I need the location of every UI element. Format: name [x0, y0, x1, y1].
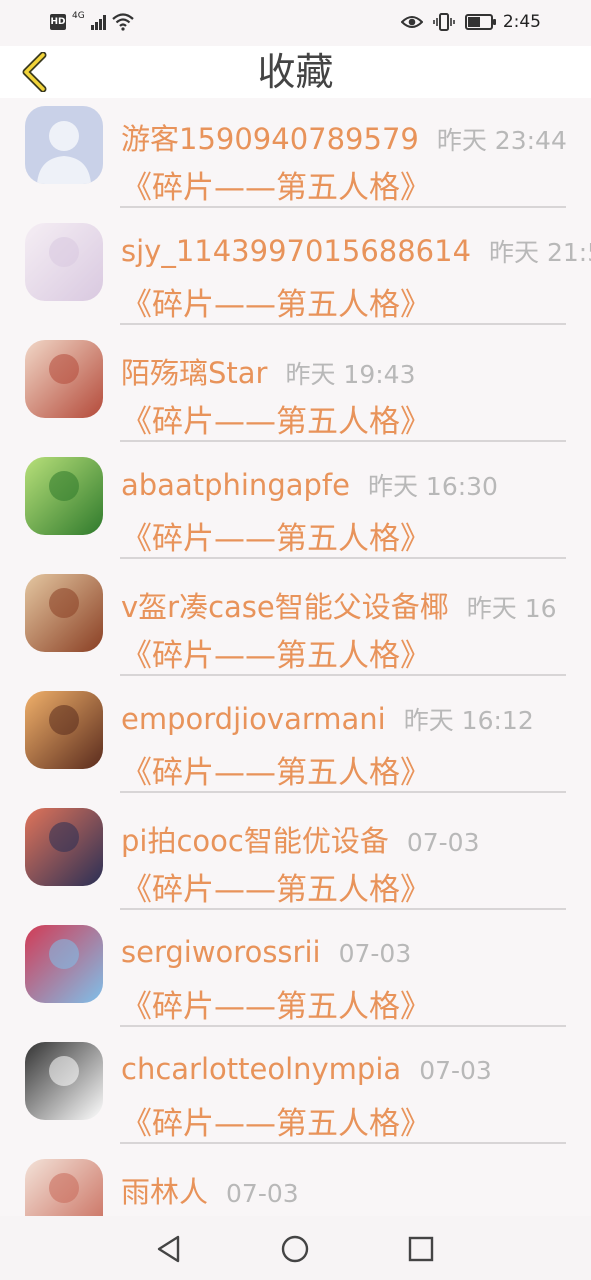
page-title: 收藏 [257, 50, 334, 94]
book-title[interactable]: 《碎片——第五人格》 [121, 981, 431, 1026]
signal-icon [90, 14, 106, 30]
timestamp: 昨天 19:43 [285, 360, 416, 389]
list-item[interactable]: empordjiovarmani 昨天 16:12 《碎片——第五人格》 [0, 683, 591, 800]
item-header: sergiworossrii 07-03 [121, 935, 411, 969]
cartoon-woman-avatar-icon [49, 939, 79, 969]
user-name[interactable]: v盔r凑case智能父设备椰 [121, 584, 449, 626]
favorites-list: 游客1590940789579 昨天 23:44 《碎片——第五人格》 sjy_114… [0, 98, 591, 1216]
divider [120, 908, 566, 910]
avatar[interactable] [25, 457, 103, 535]
user-name[interactable]: 雨林人 [121, 1169, 208, 1211]
item-header: 陌殇璃Star 昨天 19:43 [121, 350, 415, 392]
girl-hair-avatar-icon [49, 588, 79, 618]
status-left: HD 4G [50, 11, 134, 31]
status-bar: HD 4G 2:45 [0, 0, 591, 46]
user-name[interactable]: sjy_1143997015688614 [121, 234, 471, 268]
anime-girl-avatar-icon [49, 354, 79, 384]
warrior-avatar-icon [49, 705, 79, 735]
anime-lavender-avatar-icon [49, 237, 79, 267]
user-name[interactable]: 陌殇璃Star [121, 350, 267, 392]
user-name[interactable]: 游客1590940789579 [121, 116, 419, 158]
book-title[interactable]: 《碎片——第五人格》 [121, 396, 431, 441]
back-triangle-icon [157, 1235, 180, 1263]
network-type: 4G [72, 11, 85, 21]
hd-icon: HD [50, 14, 66, 30]
wifi-icon [111, 13, 134, 31]
clock: 2:45 [502, 12, 541, 32]
divider [120, 791, 566, 793]
system-nav-bar [0, 1216, 591, 1280]
home-circle-icon [281, 1235, 309, 1263]
avatar[interactable] [25, 691, 103, 769]
sunset-tree-avatar-icon [49, 822, 79, 852]
item-header: empordjiovarmani 昨天 16:12 [121, 701, 534, 737]
avatar[interactable] [25, 574, 103, 652]
item-header: v盔r凑case智能父设备椰 昨天 16 [121, 584, 557, 626]
avatar[interactable] [25, 106, 103, 184]
avatar[interactable] [25, 340, 103, 418]
recents-square-icon [408, 1236, 434, 1262]
book-title[interactable]: 《碎片——第五人格》 [121, 747, 431, 792]
list-item[interactable]: abaatphingapfe 昨天 16:30 《碎片——第五人格》 [0, 449, 591, 566]
status-right: 2:45 [400, 12, 541, 32]
divider [120, 1142, 566, 1144]
item-header: 游客1590940789579 昨天 23:44 [121, 116, 567, 158]
divider [120, 206, 566, 208]
user-name[interactable]: empordjiovarmani [121, 702, 386, 736]
timestamp: 07-03 [419, 1056, 492, 1085]
book-title[interactable]: 《碎片——第五人格》 [121, 513, 431, 558]
nav-back-button[interactable] [152, 1232, 186, 1266]
eye-icon [400, 16, 423, 28]
item-header: sjy_1143997015688614 昨天 21:5 [121, 233, 591, 269]
list-item[interactable]: 陌殇璃Star 昨天 19:43 《碎片——第五人格》 [0, 332, 591, 449]
list-item[interactable]: pi拍cooc智能优设备 07-03 《碎片——第五人格》 [0, 800, 591, 917]
item-header: pi拍cooc智能优设备 07-03 [121, 818, 480, 860]
timestamp: 07-03 [406, 828, 480, 857]
list-item[interactable]: 游客1590940789579 昨天 23:44 《碎片——第五人格》 [0, 98, 591, 215]
book-title[interactable]: 《碎片——第五人格》 [121, 630, 431, 675]
avatar[interactable] [25, 223, 103, 301]
title-bar: 收藏 [0, 46, 591, 98]
battery-icon [464, 14, 496, 30]
list-item[interactable]: sergiworossrii 07-03 《碎片——第五人格》 [0, 917, 591, 1034]
avatar[interactable] [25, 808, 103, 886]
vibrate-icon [433, 13, 455, 31]
green-bottle-avatar-icon [49, 471, 79, 501]
timestamp: 昨天 16:12 [403, 706, 534, 735]
timestamp: 昨天 16 [466, 594, 557, 623]
default-avatar-icon [37, 121, 91, 184]
user-name[interactable]: pi拍cooc智能优设备 [121, 818, 389, 860]
item-header: chcarlotteolnympia 07-03 [121, 1052, 492, 1086]
timestamp: 07-03 [226, 1179, 299, 1208]
divider [120, 440, 566, 442]
list-item[interactable]: chcarlotteolnympia 07-03 《碎片——第五人格》 [0, 1034, 591, 1151]
floral-avatar-icon [49, 1173, 79, 1203]
divider [120, 1025, 566, 1027]
list-item[interactable]: v盔r凑case智能父设备椰 昨天 16 《碎片——第五人格》 [0, 566, 591, 683]
nav-home-button[interactable] [278, 1232, 312, 1266]
list-item[interactable]: 雨林人 07-03 [0, 1151, 591, 1216]
divider [120, 557, 566, 559]
user-name[interactable]: abaatphingapfe [121, 468, 350, 502]
item-header: 雨林人 07-03 [121, 1169, 299, 1211]
divider [120, 323, 566, 325]
timestamp: 昨天 16:30 [367, 472, 498, 501]
user-name[interactable]: sergiworossrii [121, 935, 321, 969]
user-name[interactable]: chcarlotteolnympia [121, 1052, 401, 1086]
avatar[interactable] [25, 1042, 103, 1120]
divider [120, 674, 566, 676]
book-title[interactable]: 《碎片——第五人格》 [121, 1098, 431, 1143]
sketch-cat-avatar-icon [49, 1056, 79, 1086]
avatar[interactable] [25, 1159, 103, 1216]
book-title[interactable]: 《碎片——第五人格》 [121, 864, 431, 909]
timestamp: 07-03 [338, 939, 412, 968]
avatar[interactable] [25, 925, 103, 1003]
book-title[interactable]: 《碎片——第五人格》 [121, 279, 431, 324]
nav-recents-button[interactable] [404, 1232, 438, 1266]
book-title[interactable]: 《碎片——第五人格》 [121, 162, 431, 207]
list-item[interactable]: sjy_1143997015688614 昨天 21:5 《碎片——第五人格》 [0, 215, 591, 332]
timestamp: 昨天 21:5 [489, 238, 591, 267]
item-header: abaatphingapfe 昨天 16:30 [121, 467, 498, 503]
timestamp: 昨天 23:44 [436, 126, 567, 155]
